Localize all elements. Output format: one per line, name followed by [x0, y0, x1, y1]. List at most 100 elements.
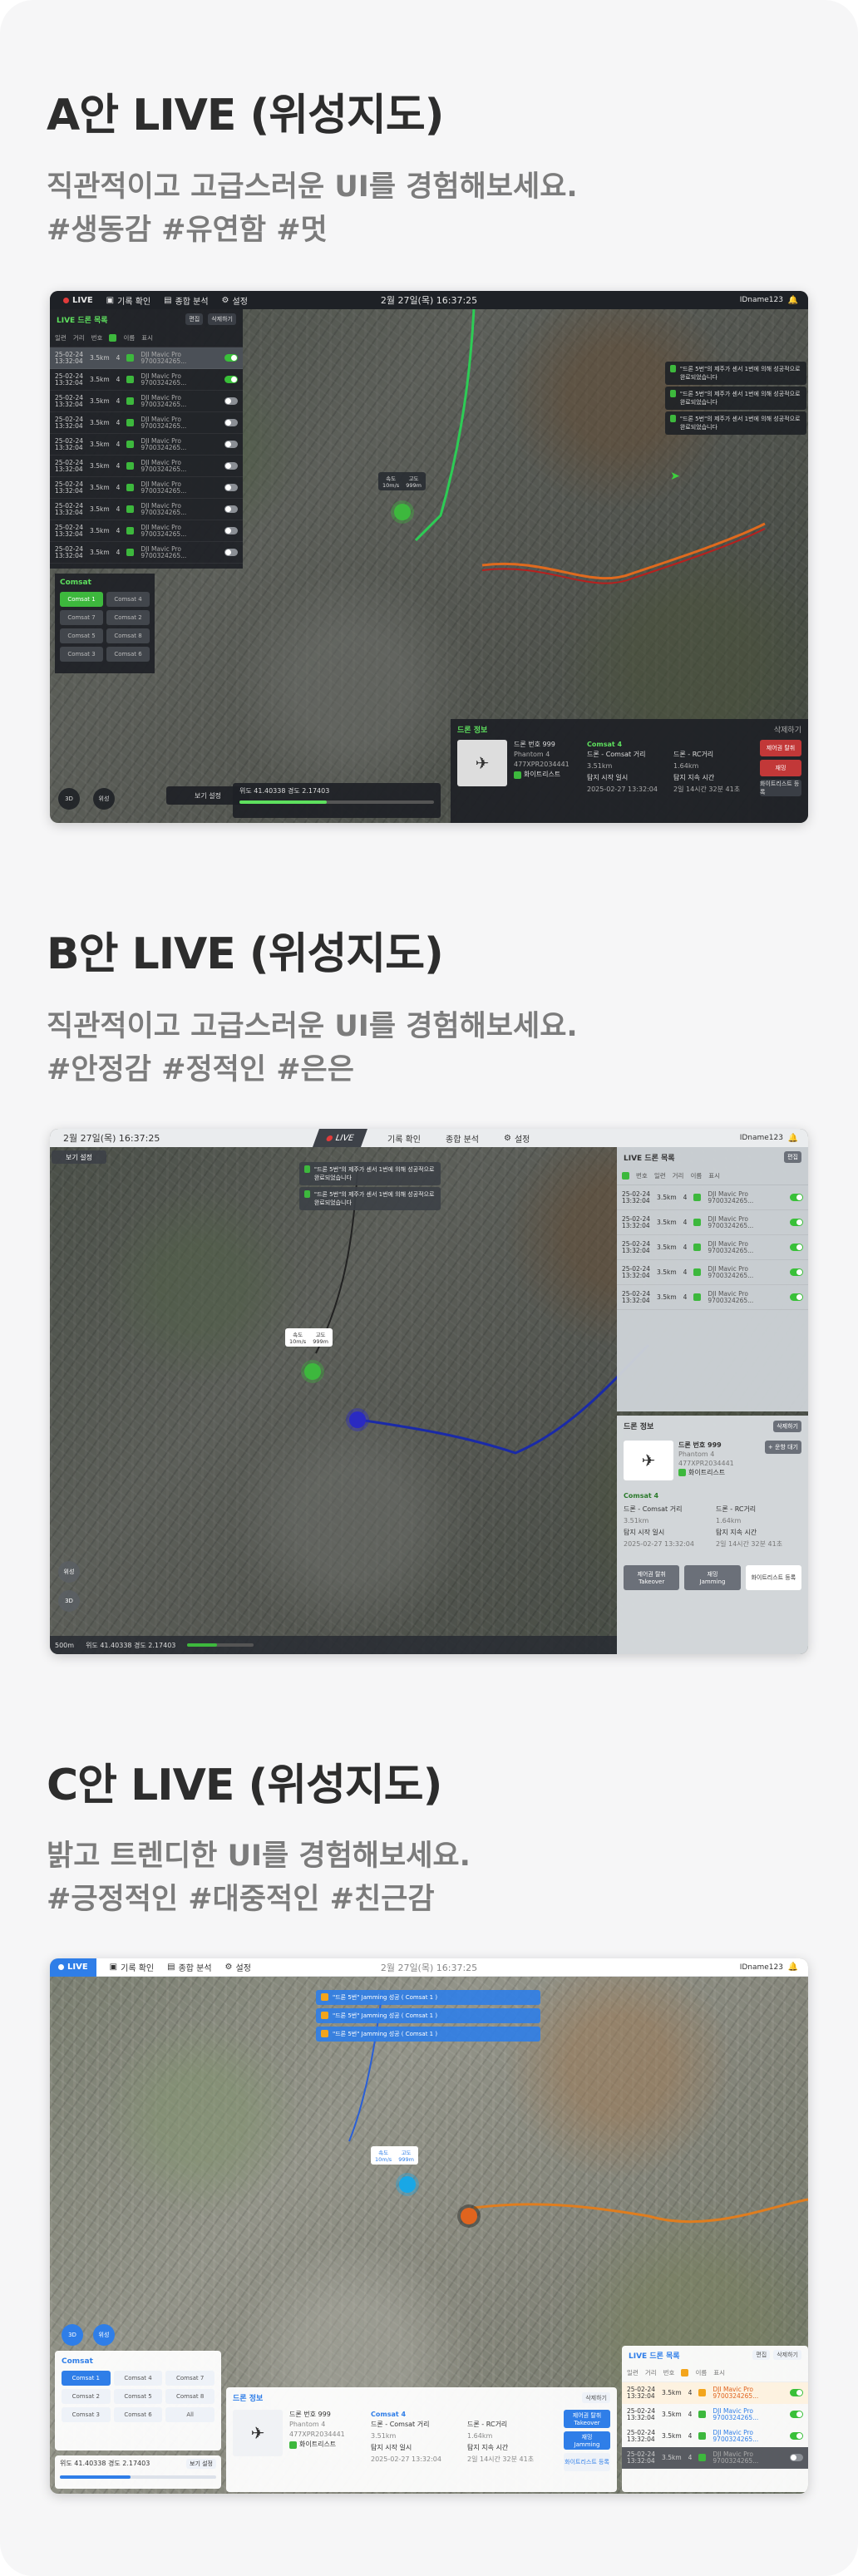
- col-number[interactable]: 번호: [91, 333, 103, 342]
- row-toggle[interactable]: [790, 1194, 803, 1201]
- 3d-button[interactable]: 3D: [58, 1590, 80, 1612]
- view-settings-button[interactable]: 보기 설정: [52, 1150, 106, 1164]
- close-info-button[interactable]: 삭제하기: [773, 1421, 801, 1432]
- edit-button[interactable]: 편집: [185, 313, 204, 325]
- row-toggle[interactable]: [224, 462, 238, 470]
- row-checkbox[interactable]: [126, 376, 135, 383]
- comsat-button[interactable]: Comsat 5: [60, 628, 103, 643]
- jamming-button[interactable]: 재밍: [760, 760, 801, 776]
- row-toggle[interactable]: [224, 549, 238, 556]
- table-row[interactable]: 25-02-24 13:32:04 3.5km 4 DJI Mavic Pro 970…: [622, 2447, 808, 2469]
- satellite-button[interactable]: 위성: [93, 2324, 115, 2346]
- takeover-button[interactable]: 제어권 탈취 Takeover: [624, 1565, 680, 1590]
- notification-1[interactable]: "드론 5번"의 제주가 센서 1번에 의해 성공적으로 완료되었습니다: [665, 362, 806, 385]
- whitelist-button[interactable]: 화이트리스트 등록: [745, 1565, 801, 1590]
- table-row[interactable]: 25-02-24 13:32:04 3.5km 4 DJI Mavic Pro 970…: [617, 1260, 808, 1285]
- notification-3[interactable]: "드론 5번" Jamming 성공 ( Comsat 1 ): [316, 2027, 540, 2042]
- comsat-button[interactable]: Comsat 6: [106, 647, 150, 662]
- comsat-button[interactable]: Comsat 7: [60, 610, 103, 625]
- row-toggle[interactable]: [790, 2389, 803, 2396]
- col-name[interactable]: 이름: [695, 2368, 707, 2377]
- whitelist-button[interactable]: 화이트리스트 등록: [760, 780, 801, 796]
- row-checkbox[interactable]: [693, 1268, 702, 1276]
- bell-icon[interactable]: 🔔: [788, 1963, 798, 1972]
- table-row[interactable]: 25-02-24 13:32:04 3.5km 4 DJI Mavic Pro 970…: [50, 542, 243, 564]
- 3d-button[interactable]: 3D: [58, 788, 80, 810]
- col-name[interactable]: 이름: [690, 1171, 702, 1180]
- zoom-slider[interactable]: [187, 1643, 254, 1647]
- col-number[interactable]: 번호: [636, 1171, 648, 1180]
- row-checkbox[interactable]: [693, 1219, 702, 1226]
- row-checkbox[interactable]: [126, 484, 135, 491]
- col-distance[interactable]: 거리: [673, 1171, 684, 1180]
- comsat-button[interactable]: Comsat 8: [165, 2389, 214, 2404]
- drone-marker-icon[interactable]: [394, 504, 411, 520]
- row-toggle[interactable]: [790, 2454, 803, 2461]
- menu-history[interactable]: ▣ 기록 확인: [106, 294, 150, 307]
- view-settings-button[interactable]: 보기 설정: [186, 2459, 216, 2469]
- col-serial[interactable]: 일련: [654, 1171, 666, 1180]
- col-show[interactable]: 표시: [141, 333, 153, 342]
- row-toggle[interactable]: [790, 1219, 803, 1226]
- menu-analysis[interactable]: ▤ 종합 분석: [167, 1961, 211, 1973]
- row-toggle[interactable]: [790, 1244, 803, 1251]
- col-distance[interactable]: 거리: [645, 2368, 657, 2377]
- col-serial[interactable]: 일련: [627, 2368, 639, 2377]
- row-checkbox[interactable]: [693, 1293, 702, 1301]
- row-checkbox[interactable]: [126, 397, 135, 405]
- table-row[interactable]: 25-02-24 13:32:04 3.5km 4 DJI Mavic Pro 970…: [50, 520, 243, 542]
- comsat-button[interactable]: Comsat 1: [60, 592, 103, 607]
- 3d-button[interactable]: 3D: [62, 2324, 83, 2346]
- table-row[interactable]: 25-02-24 13:32:04 3.5km 4 DJI Mavic Pro 970…: [622, 2426, 808, 2447]
- notification-2[interactable]: "드론 5번"의 제주가 센서 1번에 의해 성공적으로 완료되었습니다: [299, 1187, 441, 1210]
- satellite-button[interactable]: 위성: [93, 788, 115, 810]
- row-toggle[interactable]: [224, 527, 238, 534]
- comsat-button[interactable]: Comsat 2: [62, 2389, 111, 2404]
- row-checkbox[interactable]: [126, 354, 135, 362]
- table-row[interactable]: 25-02-24 13:32:04 3.5km 4 DJI Mavic Pro 970…: [50, 434, 243, 456]
- zoom-slider[interactable]: [239, 800, 434, 804]
- table-row[interactable]: 25-02-24 13:32:04 3.5km 4 DJI Mavic Pro 970…: [617, 1235, 808, 1260]
- col-distance[interactable]: 거리: [73, 333, 85, 342]
- menu-history[interactable]: ▣ 기록 확인: [110, 1961, 154, 1973]
- table-row[interactable]: 25-02-24 13:32:04 3.5km 4 DJI Mavic Pro 970…: [50, 369, 243, 391]
- col-show[interactable]: 표시: [713, 2368, 725, 2377]
- comsat-button[interactable]: All: [165, 2407, 214, 2422]
- close-info-button[interactable]: 삭제하기: [582, 2392, 610, 2403]
- row-toggle[interactable]: [224, 376, 238, 383]
- table-row[interactable]: 25-02-24 13:32:04 3.5km 4 DJI Mavic Pro 970…: [50, 477, 243, 499]
- live-tab[interactable]: LIVE: [50, 1958, 96, 1977]
- edit-button[interactable]: 편집: [752, 2350, 771, 2360]
- row-toggle[interactable]: [224, 354, 238, 362]
- row-toggle[interactable]: [790, 2411, 803, 2418]
- check-all-icon[interactable]: [109, 334, 117, 342]
- row-checkbox[interactable]: [126, 505, 135, 513]
- row-toggle[interactable]: [790, 2432, 803, 2440]
- add-waiting-button[interactable]: + 운항 대기: [764, 1441, 801, 1454]
- col-show[interactable]: 표시: [708, 1171, 720, 1180]
- row-checkbox[interactable]: [698, 2432, 707, 2440]
- drone-marker-icon[interactable]: [304, 1363, 321, 1380]
- delete-button[interactable]: 삭제하기: [773, 2350, 801, 2360]
- table-row[interactable]: 25-02-24 13:32:04 3.5km 4 DJI Mavic Pro 970…: [50, 499, 243, 520]
- notification-1[interactable]: "드론 5번"의 제주가 센서 1번에 의해 성공적으로 완료되었습니다: [299, 1162, 441, 1185]
- whitelist-button[interactable]: 화이트리스트 등록: [564, 2453, 610, 2471]
- jamming-button[interactable]: 재밍 Jamming: [564, 2431, 610, 2450]
- comsat-button[interactable]: Comsat 3: [62, 2407, 111, 2422]
- check-all-icon[interactable]: [622, 1172, 629, 1180]
- table-row[interactable]: 25-02-24 13:32:04 3.5km 4 DJI Mavic Pro 970…: [617, 1210, 808, 1235]
- row-toggle[interactable]: [224, 505, 238, 513]
- live-tab[interactable]: LIVE: [312, 1129, 368, 1147]
- row-checkbox[interactable]: [126, 527, 135, 534]
- row-toggle[interactable]: [224, 484, 238, 491]
- table-row[interactable]: 25-02-24 13:32:04 3.5km 4 DJI Mavic Pro 970…: [50, 347, 243, 369]
- row-checkbox[interactable]: [126, 462, 135, 470]
- col-name[interactable]: 이름: [123, 333, 135, 342]
- comsat-button[interactable]: Comsat 4: [113, 2371, 163, 2386]
- comsat-button[interactable]: Comsat 5: [113, 2389, 163, 2404]
- check-all-icon[interactable]: [681, 2369, 689, 2377]
- live-tab[interactable]: LIVE: [63, 296, 93, 305]
- delete-button[interactable]: 삭제하기: [208, 313, 236, 325]
- table-row[interactable]: 25-02-24 13:32:04 3.5km 4 DJI Mavic Pro 970…: [622, 2404, 808, 2426]
- takeover-button[interactable]: 제어권 탈취 Takeover: [564, 2410, 610, 2428]
